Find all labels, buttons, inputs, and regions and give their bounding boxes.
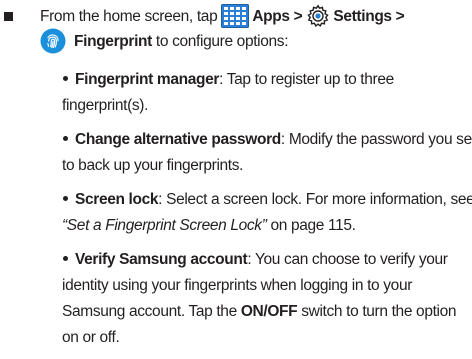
option-title: Verify Samsung account [75, 251, 248, 268]
fingerprint-label: Fingerprint [74, 33, 152, 51]
step-intro-text: From the home screen, tap [40, 8, 218, 26]
step-line-1: From the home screen, tap Apps > Setting [40, 4, 470, 29]
apps-grid-icon [221, 4, 250, 28]
option-line: Samsung account. Tap the ON/OFF switch t… [62, 299, 468, 325]
list-item: Screen lock: Select a screen lock. For m… [62, 187, 472, 239]
option-line: Change alternative password: Modify the … [62, 127, 472, 153]
page-reference: on page 115. [266, 217, 356, 234]
option-title: Screen lock [75, 191, 159, 208]
option-text: : Modify the password you set [280, 131, 472, 148]
option-text: : Tap to register up to three [219, 71, 394, 88]
settings-gear-icon [306, 4, 330, 28]
step-instruction: From the home screen, tap Apps > Setting [40, 4, 470, 55]
settings-label: Settings > [333, 8, 405, 26]
option-title: Fingerprint manager [75, 71, 220, 88]
apps-label: Apps > [252, 8, 303, 26]
option-text: Samsung account. Tap the [62, 303, 241, 320]
round-bullet-icon [63, 76, 68, 82]
list-item: Fingerprint manager: Tap to register up … [62, 67, 468, 119]
option-line: on or off. [62, 329, 120, 346]
fingerprint-icon [40, 28, 66, 54]
step-line-2: Fingerprint to configure options: [40, 28, 470, 55]
square-bullet-icon [4, 12, 13, 21]
option-text: switch to turn the option [297, 303, 457, 320]
option-text: : Select a screen lock. For more informa… [158, 191, 472, 208]
round-bullet-icon [63, 136, 68, 142]
round-bullet-icon [63, 196, 68, 202]
option-line: Fingerprint manager: Tap to register up … [62, 67, 468, 93]
list-item: Change alternative password: Modify the … [62, 127, 472, 179]
on-off-switch-label: ON/OFF [240, 303, 298, 320]
cross-reference-link[interactable]: “Set a Fingerprint Screen Lock” [62, 217, 267, 234]
option-text: : You can choose to verify your [247, 251, 448, 268]
option-line: fingerprint(s). [62, 97, 149, 114]
list-item: Verify Samsung account: You can choose t… [62, 247, 468, 351]
option-title: Change alternative password [75, 131, 281, 148]
option-line: “Set a Fingerprint Screen Lock” on page … [62, 213, 468, 239]
option-line: to back up your fingerprints. [62, 157, 244, 174]
round-bullet-icon [63, 256, 68, 262]
configure-text: to configure options: [155, 33, 289, 51]
option-line: Verify Samsung account: You can choose t… [62, 247, 468, 273]
option-line: identity using your fingerprints when lo… [62, 277, 413, 294]
option-line: Screen lock: Select a screen lock. For m… [62, 187, 472, 213]
options-list: Fingerprint manager: Tap to register up … [62, 67, 472, 359]
document-page: From the home screen, tap Apps > Setting [0, 0, 472, 358]
